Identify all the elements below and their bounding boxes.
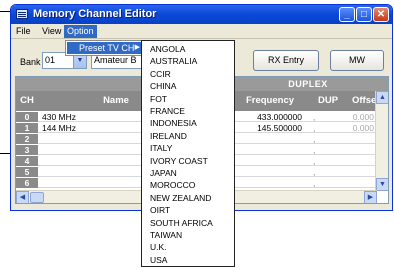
column-header-frequency[interactable]: Frequency [234,91,306,111]
channel-dup[interactable]: , [313,156,323,166]
menu-item-country[interactable]: TAIWAN [150,229,182,241]
menu-item-country[interactable]: IVORY COAST [150,155,208,167]
channel-dup[interactable]: , [313,123,323,133]
menu-item-country[interactable]: ANGOLA [150,43,185,55]
menu-item-country[interactable]: U.K. [150,241,167,253]
scroll-up-icon[interactable]: ▲ [376,91,388,104]
channel-offset[interactable]: 0.000 [352,112,374,122]
column-header-dup[interactable]: DUP [307,91,349,111]
menu-item-country[interactable]: INDONESIA [150,117,197,129]
horizontal-scroll-thumb[interactable] [30,192,44,203]
menu-item-country[interactable]: JAPAN [150,167,177,179]
scroll-right-icon[interactable]: ▶ [364,191,377,203]
minimize-button[interactable]: _ [339,7,355,22]
menu-item-country[interactable]: MOROCCO [150,179,195,191]
column-header-ch[interactable]: CH [16,91,38,111]
menu-view[interactable]: View [39,25,64,38]
vertical-scrollbar[interactable]: ▲ ▼ [375,91,388,191]
menu-item-country[interactable]: CCIR [150,68,171,80]
menu-item-country[interactable]: AUSTRALIA [150,55,197,67]
menu-item-country[interactable]: FOT [150,93,167,105]
menu-item-country[interactable]: USA [150,254,167,266]
menu-item-country[interactable]: SOUTH AFRICA [150,217,213,229]
option-menu-popup: Preset TV CH ▶ [65,40,145,56]
channel-dup[interactable]: , [313,145,323,155]
mw-button[interactable]: MW [330,50,384,71]
channel-dup[interactable]: , [313,112,323,122]
scroll-down-icon[interactable]: ▼ [376,178,388,191]
scroll-left-icon[interactable]: ◀ [16,191,29,203]
channel-number: 1 [16,123,38,133]
menu-item-country[interactable]: NEW ZEALAND [150,192,211,204]
channel-dup[interactable]: , [313,178,323,188]
menu-item-country[interactable]: IRELAND [150,130,187,142]
channel-number: 4 [16,156,38,166]
channel-number: 0 [16,112,38,122]
menu-item-preset-tv-ch[interactable]: Preset TV CH ▶ [67,42,143,54]
channel-frequency[interactable]: 145.500000 [236,123,302,133]
window-title: Memory Channel Editor [33,8,157,20]
channel-name[interactable]: 430 MHz [42,112,76,122]
channel-dup[interactable]: , [313,167,323,177]
menu-file[interactable]: File [13,25,34,38]
channel-frequency[interactable]: 433.000000 [236,112,302,122]
preset-country-menu: ANGOLA AUSTRALIA CCIR CHINA FOT FRANCE I… [141,40,235,267]
bank-label: Bank [20,57,41,67]
menu-item-country[interactable]: FRANCE [150,105,185,117]
maximize-button[interactable]: □ [356,7,372,22]
duplex-header: DUPLEX [288,79,328,89]
channel-number: 5 [16,167,38,177]
menu-bar: File View Option [11,24,392,39]
close-button[interactable]: ✕ [373,7,389,22]
menu-item-country[interactable]: ITALY [150,142,172,154]
channel-number: 2 [16,134,38,144]
preset-tv-ch-label: Preset TV CH [79,43,135,53]
menu-item-country[interactable]: OIRT [150,204,170,216]
channel-offset[interactable]: 0.000 [352,123,374,133]
app-icon [16,9,28,19]
channel-name[interactable]: 144 MHz [42,123,76,133]
channel-number: 3 [16,145,38,155]
bank-value: 01 [45,55,56,65]
title-bar: Memory Channel Editor _ □ ✕ [11,5,392,24]
channel-number: 6 [16,178,38,188]
rx-entry-button[interactable]: RX Entry [253,50,319,71]
channel-dup[interactable]: , [313,134,323,144]
menu-option[interactable]: Option [64,25,97,38]
menu-item-country[interactable]: CHINA [150,80,176,92]
submenu-arrow-icon: ▶ [134,44,140,51]
